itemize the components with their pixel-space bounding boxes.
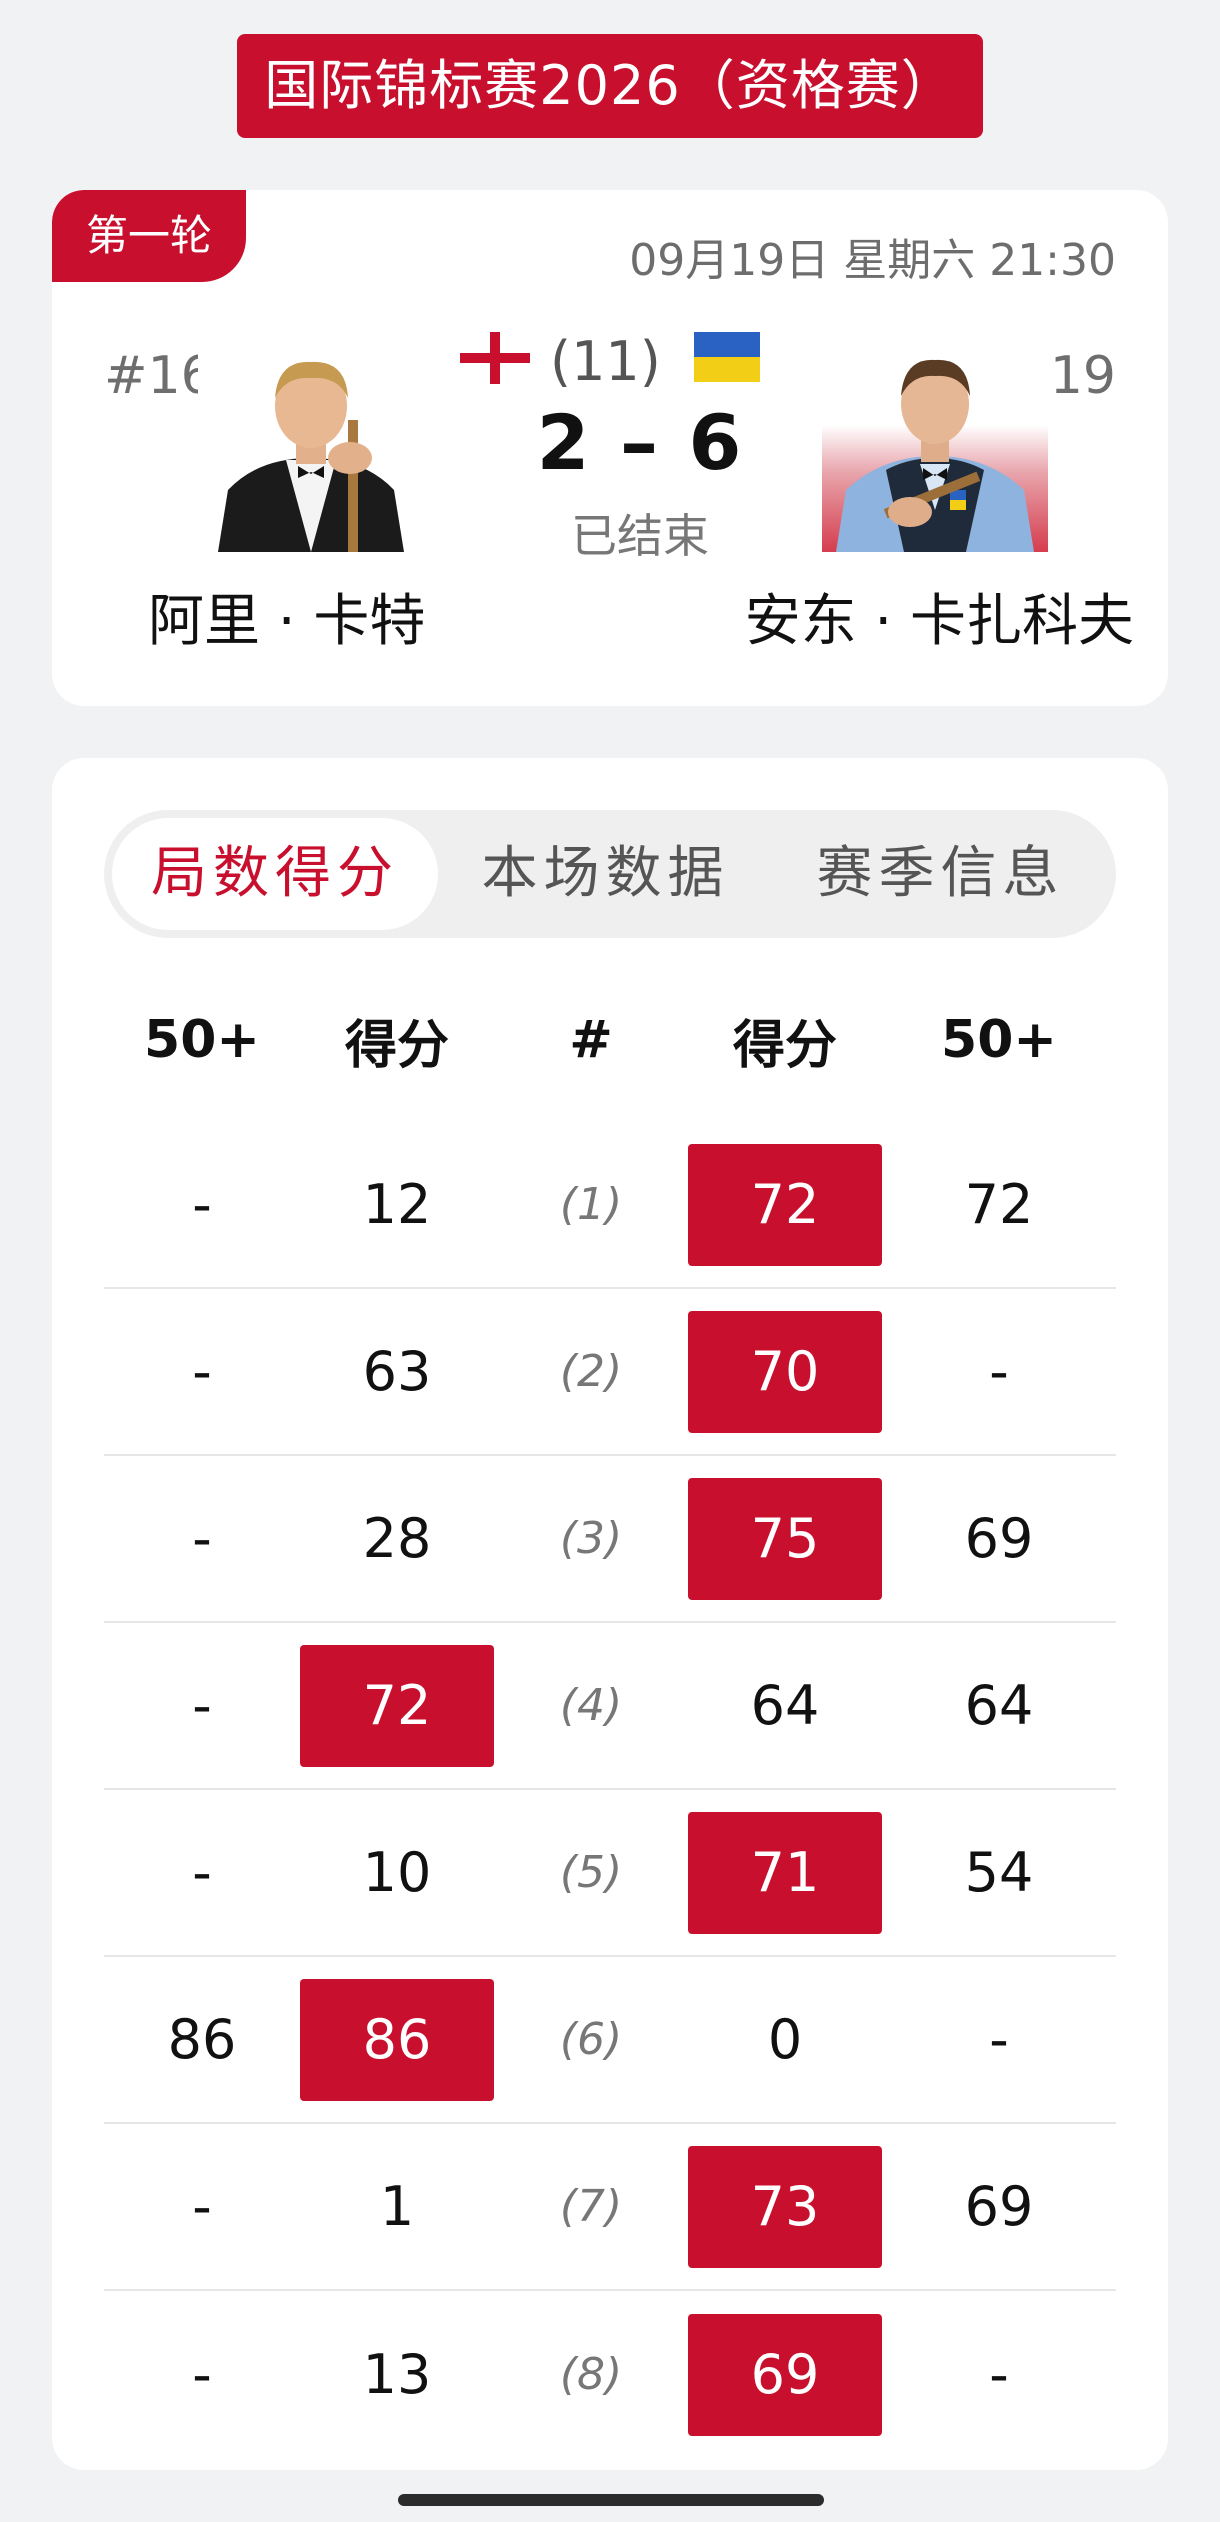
frame-number: (1) xyxy=(559,1179,623,1230)
table-row: - 72 (4) 64 64 xyxy=(104,1623,1116,1790)
right-score: 0 xyxy=(767,2008,803,2071)
right-break: 69 xyxy=(964,2175,1034,2238)
player-left-avatar-icon xyxy=(198,340,424,552)
tab-frame-scores[interactable]: 局数得分 xyxy=(112,818,438,930)
right-score-winner: 72 xyxy=(688,1143,882,1266)
right-score-winner: 70 xyxy=(688,1310,882,1433)
table-header: 50+ 得分 # 得分 50+ xyxy=(104,980,1116,1100)
frame-number: (5) xyxy=(559,1847,623,1898)
header-left-break: 50+ xyxy=(144,1010,260,1070)
frame-number: (6) xyxy=(559,2014,623,2065)
left-break: - xyxy=(192,2343,212,2406)
best-of-frames: (11) xyxy=(550,330,661,393)
player-left-name[interactable]: 阿里 · 卡特 xyxy=(148,576,425,657)
left-score-winner: 72 xyxy=(300,1644,494,1767)
table-row: 86 86 (6) 0 - xyxy=(104,1957,1116,2124)
frame-number: (3) xyxy=(559,1513,623,1564)
header-right-break: 50+ xyxy=(941,1010,1057,1070)
left-break: 86 xyxy=(167,2008,237,2071)
left-score: 13 xyxy=(362,2343,432,2406)
frame-number: (8) xyxy=(559,2349,623,2400)
frame-number: (2) xyxy=(559,1346,623,1397)
right-score-winner: 73 xyxy=(688,2145,882,2268)
left-score: 12 xyxy=(362,1173,432,1236)
home-indicator[interactable] xyxy=(398,2494,824,2506)
right-break: - xyxy=(989,2343,1009,2406)
right-score-winner: 75 xyxy=(688,1477,882,1600)
table-rows: - 12 (1) 72 72 - 63 (2) 70 - - 28 (3) 75… xyxy=(104,1122,1116,2458)
left-score: 1 xyxy=(379,2175,415,2238)
header-frame-number: # xyxy=(569,1010,613,1070)
frame-scores-table: 50+ 得分 # 得分 50+ - 12 (1) 72 72 - 63 (2) xyxy=(104,980,1116,2458)
right-break: - xyxy=(989,1340,1009,1403)
player-right-photo[interactable] xyxy=(822,340,1048,552)
right-break: 72 xyxy=(964,1173,1034,1236)
left-break: - xyxy=(192,1340,212,1403)
player-right-name[interactable]: 安东 · 卡扎科夫 xyxy=(745,576,1134,657)
left-score-winner: 86 xyxy=(300,1978,494,2101)
match-datetime: 09月19日 星期六 21:30 xyxy=(629,235,1116,286)
match-score: 2 – 6 xyxy=(536,398,744,487)
left-score: 28 xyxy=(362,1507,432,1570)
left-score: 10 xyxy=(362,1841,432,1904)
table-row: - 28 (3) 75 69 xyxy=(104,1456,1116,1623)
left-break: - xyxy=(192,2175,212,2238)
left-break: - xyxy=(192,1507,212,1570)
tab-season-info[interactable]: 赛季信息 xyxy=(773,818,1108,930)
left-break: - xyxy=(192,1841,212,1904)
tab-match-stats[interactable]: 本场数据 xyxy=(438,818,773,930)
left-score: 63 xyxy=(362,1340,432,1403)
tab-bar: 局数得分 本场数据 赛季信息 xyxy=(104,810,1116,938)
tournament-title: 国际锦标赛2026（资格赛） xyxy=(237,34,983,138)
match-card[interactable]: 第一轮 09月19日 星期六 21:30 #16 #119 xyxy=(52,190,1168,706)
england-flag-icon xyxy=(460,332,530,384)
table-row: - 63 (2) 70 - xyxy=(104,1289,1116,1456)
player-right-avatar-icon xyxy=(836,359,1034,552)
page: 国际锦标赛2026（资格赛） 第一轮 09月19日 星期六 21:30 #16 … xyxy=(0,0,1220,2522)
left-break: - xyxy=(192,1173,212,1236)
ukraine-flag-icon xyxy=(694,332,760,382)
header-right-score: 得分 xyxy=(732,1015,837,1076)
right-break: - xyxy=(989,2008,1009,2071)
table-row: - 12 (1) 72 72 xyxy=(104,1122,1116,1289)
table-row: - 13 (8) 69 - xyxy=(104,2291,1116,2458)
right-score: 64 xyxy=(750,1674,820,1737)
left-break: - xyxy=(192,1674,212,1737)
table-row: - 1 (7) 73 69 xyxy=(104,2124,1116,2291)
right-score-winner: 71 xyxy=(688,1811,882,1934)
right-break: 64 xyxy=(964,1674,1034,1737)
player-left-photo[interactable] xyxy=(198,340,424,552)
table-row: - 10 (5) 71 54 xyxy=(104,1790,1116,1957)
frame-number: (7) xyxy=(559,2181,623,2232)
right-break: 69 xyxy=(964,1507,1034,1570)
right-break: 54 xyxy=(964,1841,1034,1904)
match-status: 已结束 xyxy=(571,509,709,563)
frame-scores-card: 局数得分 本场数据 赛季信息 50+ 得分 # 得分 50+ - 12 (1) … xyxy=(52,758,1168,2470)
frame-number: (4) xyxy=(559,1680,623,1731)
header-left-score: 得分 xyxy=(344,1015,449,1076)
right-score-winner: 69 xyxy=(688,2313,882,2436)
round-badge: 第一轮 xyxy=(52,190,246,282)
